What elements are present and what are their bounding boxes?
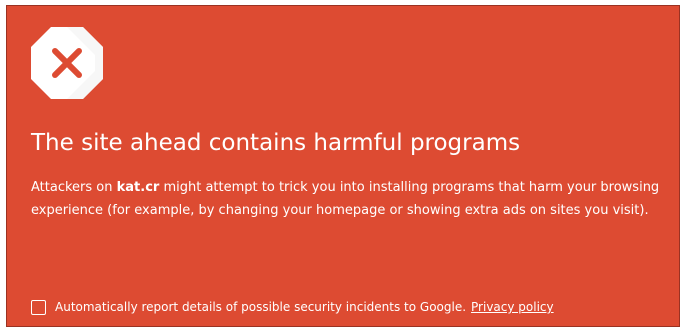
page-title: The site ahead contains harmful programs (31, 130, 521, 156)
report-label: Automatically report details of possible… (55, 300, 467, 314)
message-prefix: Attackers on (31, 180, 117, 195)
interstitial-page: The site ahead contains harmful programs… (6, 5, 680, 327)
report-checkbox[interactable] (31, 299, 46, 315)
stop-octagon-x-icon (31, 27, 103, 99)
privacy-policy-link[interactable]: Privacy policy (471, 300, 554, 314)
report-option: Automatically report details of possible… (31, 296, 554, 318)
warning-message: Attackers on kat.cr might attempt to tri… (31, 176, 661, 222)
site-domain: kat.cr (116, 180, 160, 195)
